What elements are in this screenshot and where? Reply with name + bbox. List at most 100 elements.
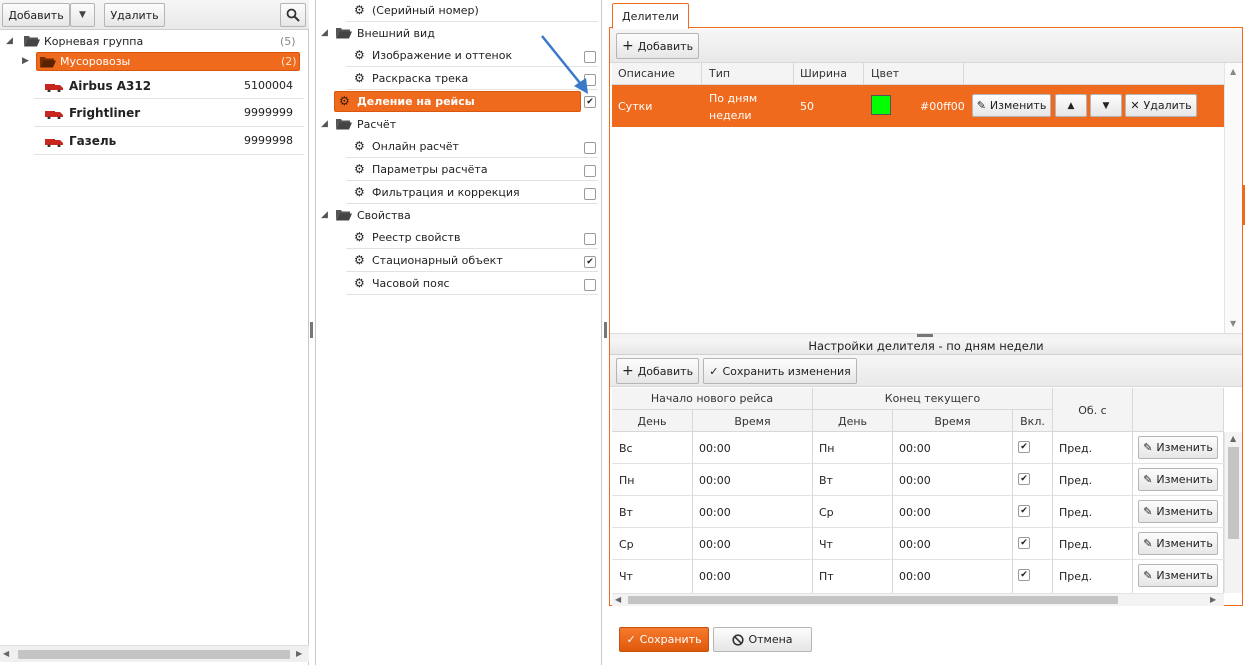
add-setting-button[interactable]: + Добавить <box>616 358 699 384</box>
settings-item-checkbox[interactable] <box>584 233 596 245</box>
column-header[interactable]: День <box>813 410 892 432</box>
settings-item[interactable]: ⚙ Часовой пояс <box>346 273 598 295</box>
settings-item-checkbox[interactable] <box>584 165 596 177</box>
truck-icon <box>45 139 63 147</box>
move-down-button[interactable]: ▼ <box>1090 94 1122 117</box>
scroll-up-icon[interactable]: ▲ <box>1230 67 1236 76</box>
scroll-down-icon[interactable]: ▼ <box>1230 319 1236 328</box>
tree-root-row[interactable]: ◢ Корневая группа (5) <box>0 31 305 51</box>
splitter-handle[interactable] <box>310 322 313 338</box>
ob-value: Пред. <box>1059 570 1093 583</box>
settings-item[interactable]: ⚙ Фильтрация и коррекция <box>346 182 598 204</box>
scroll-thumb[interactable] <box>1228 447 1239 539</box>
incl-checkbox[interactable] <box>1018 473 1030 485</box>
edit-row-button[interactable]: Изменить <box>1138 436 1218 459</box>
collapse-icon[interactable]: ◢ <box>321 210 328 220</box>
vehicle-row[interactable]: Airbus A312 5100004 <box>34 73 304 99</box>
settings-item-checkbox[interactable] <box>584 142 596 154</box>
scroll-right-icon[interactable]: ▶ <box>1210 595 1216 604</box>
right-panel: Делители + Добавить Описание Тип Ширина … <box>609 0 1246 665</box>
end-time: 00:00 <box>899 506 931 519</box>
collapse-icon[interactable]: ◢ <box>321 119 328 129</box>
vehicle-id: 5100004 <box>244 79 293 92</box>
edit-divider-button[interactable]: Изменить <box>972 94 1051 117</box>
search-button[interactable] <box>280 3 306 27</box>
group-header-ob: Об. с <box>1053 388 1132 432</box>
save-changes-label: Сохранить изменения <box>722 364 851 378</box>
settings-row[interactable]: Пн 00:00 Вт 00:00 Пред. Изменить <box>612 464 1224 496</box>
divider-type-line1: По дням <box>709 92 758 105</box>
settings-item-checkbox[interactable] <box>584 279 596 291</box>
save-button[interactable]: ✓ Сохранить <box>619 627 709 652</box>
tree-group-row[interactable]: ▶ Мусоровозы (2) <box>0 52 305 72</box>
edit-row-button[interactable]: Изменить <box>1138 500 1218 523</box>
dividers-toolbar <box>610 29 1242 63</box>
collapse-icon[interactable]: ◢ <box>321 28 328 38</box>
edit-row-button[interactable]: Изменить <box>1138 532 1218 555</box>
pencil-icon <box>1143 537 1152 550</box>
edit-row-button[interactable]: Изменить <box>1138 468 1218 491</box>
expand-icon[interactable]: ▶ <box>22 56 29 66</box>
add-divider-button[interactable]: + Добавить <box>616 33 699 59</box>
incl-checkbox[interactable] <box>1018 441 1030 453</box>
settings-item-checkbox[interactable] <box>584 96 596 108</box>
column-header[interactable]: Ширина <box>800 67 847 80</box>
column-header[interactable]: Вкл. <box>1013 410 1052 432</box>
column-header[interactable]: Время <box>693 410 812 432</box>
check-icon: ✓ <box>709 364 719 378</box>
column-header[interactable]: Цвет <box>871 67 899 80</box>
incl-checkbox[interactable] <box>1018 569 1030 581</box>
settings-item[interactable]: ⚙ Онлайн расчёт <box>346 136 598 158</box>
settings-row[interactable]: Вт 00:00 Ср 00:00 Пред. Изменить <box>612 496 1224 528</box>
column-header[interactable]: Время <box>893 410 1012 432</box>
settings-row[interactable]: Ср 00:00 Чт 00:00 Пред. Изменить <box>612 528 1224 560</box>
settings-hscrollbar[interactable]: ◀ ▶ <box>612 593 1224 606</box>
settings-item-label: Параметры расчёта <box>372 163 488 176</box>
tree-root-count: (5) <box>280 34 296 48</box>
column-header[interactable]: День <box>612 410 692 432</box>
vehicle-row[interactable]: Frightliner 9999999 <box>34 100 304 127</box>
edit-row-button[interactable]: Изменить <box>1138 564 1218 587</box>
scroll-up-icon[interactable]: ▲ <box>1230 434 1236 443</box>
scroll-left-icon[interactable]: ◀ <box>3 649 9 658</box>
settings-row[interactable]: Вс 00:00 Пн 00:00 Пред. Изменить <box>612 432 1224 464</box>
move-up-button[interactable]: ▲ <box>1055 94 1087 117</box>
collapse-icon[interactable]: ◢ <box>6 36 13 46</box>
settings-item[interactable]: ⚙ Стационарный объект <box>346 250 598 272</box>
start-time: 00:00 <box>699 442 731 455</box>
left-hscrollbar[interactable]: ◀ ▶ <box>0 645 309 662</box>
tree-root-label: Корневая группа <box>44 34 144 48</box>
settings-item-checkbox[interactable] <box>584 188 596 200</box>
scroll-left-icon[interactable]: ◀ <box>615 595 621 604</box>
settings-title-bar: Настройки делителя - по дням недели <box>610 338 1242 355</box>
delete-divider-button[interactable]: ✕ Удалить <box>1125 94 1197 117</box>
column-header[interactable]: Тип <box>709 67 730 80</box>
settings-item-checkbox[interactable] <box>584 256 596 268</box>
incl-checkbox[interactable] <box>1018 537 1030 549</box>
splitter-handle[interactable] <box>604 322 607 338</box>
settings-group[interactable]: ◢ Расчёт <box>316 114 598 135</box>
gear-icon: ⚙ <box>354 71 365 85</box>
delete-button[interactable]: Удалить <box>104 3 165 27</box>
cancel-button[interactable]: Отмена <box>713 627 812 652</box>
scroll-right-icon[interactable]: ▶ <box>296 649 302 658</box>
incl-checkbox[interactable] <box>1018 505 1030 517</box>
settings-vscrollbar[interactable]: ▲ <box>1224 432 1242 593</box>
vehicle-row[interactable]: Газель 9999998 <box>34 128 304 155</box>
add-button[interactable]: Добавить <box>2 3 70 27</box>
dividers-vscrollbar[interactable]: ▲ ▼ <box>1224 63 1242 333</box>
add-dropdown-button[interactable]: ▼ <box>70 3 95 27</box>
column-header[interactable]: Описание <box>618 67 675 80</box>
scroll-thumb[interactable] <box>628 596 1118 604</box>
settings-item[interactable]: ⚙ Реестр свойств <box>346 227 598 249</box>
end-day: Ср <box>819 506 834 519</box>
save-changes-button[interactable]: ✓ Сохранить изменения <box>703 358 857 384</box>
settings-group[interactable]: ◢ Свойства <box>316 205 598 226</box>
settings-item[interactable]: ⚙ Параметры расчёта <box>346 159 598 181</box>
tab-dividers[interactable]: Делители <box>612 3 689 29</box>
settings-item[interactable]: ⚙ (Серийный номер) <box>346 0 598 22</box>
splitter-grip[interactable] <box>917 334 933 337</box>
scroll-thumb[interactable] <box>18 650 290 659</box>
start-day: Ср <box>619 538 634 551</box>
settings-row[interactable]: Чт 00:00 Пт 00:00 Пред. Изменить <box>612 560 1224 592</box>
